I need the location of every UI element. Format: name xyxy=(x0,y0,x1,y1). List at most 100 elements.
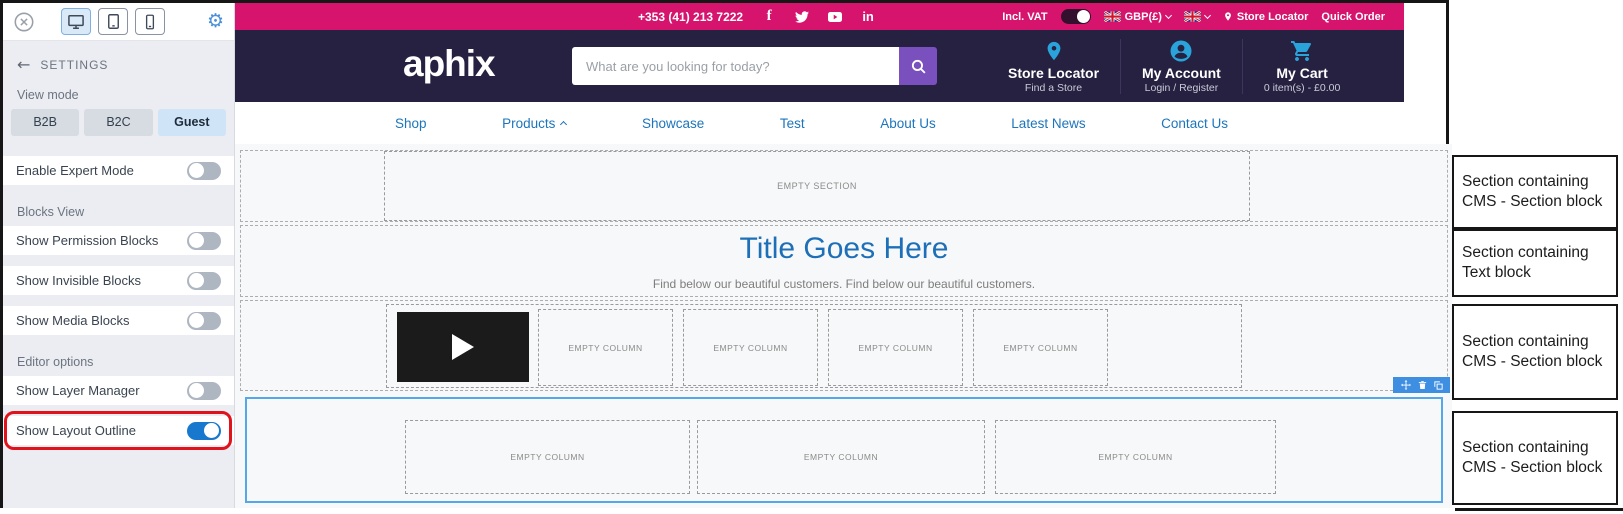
cms-section-1[interactable]: EMPTY SECTION xyxy=(240,150,1448,222)
device-preview-switcher xyxy=(61,8,165,35)
layer-manager-label: Show Layer Manager xyxy=(16,383,140,398)
desktop-device-icon[interactable] xyxy=(61,8,91,35)
move-icon[interactable] xyxy=(1401,380,1411,390)
header-store-locator[interactable]: Store Locator Find a Store xyxy=(987,39,1120,94)
columns-row[interactable]: EMPTY COLUMN EMPTY COLUMN EMPTY COLUMN E… xyxy=(386,304,1242,388)
phone-number: +353 (41) 213 7222 xyxy=(638,10,743,24)
topbar-store-locator-link[interactable]: Store Locator xyxy=(1223,10,1309,23)
video-block[interactable] xyxy=(397,312,529,382)
duplicate-icon[interactable] xyxy=(1434,381,1443,390)
my-account-title: My Account xyxy=(1142,65,1221,81)
empty-column-block[interactable]: EMPTY COLUMN xyxy=(995,420,1276,494)
aphix-logo[interactable]: aphix xyxy=(403,43,495,85)
media-blocks-toggle[interactable] xyxy=(187,312,221,330)
cms-section-2[interactable]: EMPTY COLUMN EMPTY COLUMN EMPTY COLUMN E… xyxy=(240,300,1448,391)
layer-manager-row: Show Layer Manager xyxy=(3,376,234,405)
search-input[interactable] xyxy=(572,47,899,85)
blocks-view-label: Blocks View xyxy=(3,199,234,224)
empty-column-label: EMPTY COLUMN xyxy=(510,452,584,462)
annotation-text: CMS - Section block xyxy=(1462,192,1616,212)
settings-title: SETTINGS xyxy=(40,58,108,72)
nav-item-contact-us[interactable]: Contact Us xyxy=(1161,116,1228,131)
page-canvas: EMPTY SECTION Title Goes Here Find below… xyxy=(235,144,1452,508)
gear-icon[interactable]: ⚙ xyxy=(207,12,224,31)
my-cart-title: My Cart xyxy=(1264,65,1340,81)
my-account-subtitle: Login / Register xyxy=(1142,82,1221,94)
nav-item-latest-news[interactable]: Latest News xyxy=(1011,116,1085,131)
twitter-icon[interactable] xyxy=(795,10,809,24)
location-pin-icon xyxy=(1223,10,1233,23)
expert-mode-toggle[interactable] xyxy=(187,162,221,180)
editor-options-label: Editor options xyxy=(3,349,234,374)
empty-section-block[interactable]: EMPTY SECTION xyxy=(384,151,1250,221)
frame-bottom-border xyxy=(1455,508,1623,511)
annotation-box: Section containing CMS - Section block xyxy=(1452,411,1618,505)
annotation-text: Section containing xyxy=(1462,243,1616,263)
section-subtitle: Find below our beautiful customers. Find… xyxy=(241,277,1447,291)
sidebar-toolbar: ⚙ xyxy=(3,3,234,41)
view-mode-b2c-button[interactable]: B2C xyxy=(84,109,152,136)
view-mode-guest-button[interactable]: Guest xyxy=(158,109,226,136)
empty-column-block[interactable]: EMPTY COLUMN xyxy=(405,420,690,494)
uk-flag-icon xyxy=(1184,11,1201,22)
linkedin-icon[interactable]: in xyxy=(861,10,875,24)
quick-order-link[interactable]: Quick Order xyxy=(1321,11,1385,23)
quick-order-label: Quick Order xyxy=(1321,11,1385,23)
site-topbar: +353 (41) 213 7222 f in Incl. VAT GBP(£)… xyxy=(235,3,1404,30)
header-my-account[interactable]: My Account Login / Register xyxy=(1120,39,1242,94)
tablet-device-icon[interactable] xyxy=(98,8,128,35)
permission-blocks-toggle[interactable] xyxy=(187,232,221,250)
annotation-text: CMS - Section block xyxy=(1462,458,1616,478)
empty-column-block[interactable]: EMPTY COLUMN xyxy=(683,309,818,386)
annotation-text: Section containing xyxy=(1462,172,1616,192)
layout-outline-label: Show Layout Outline xyxy=(16,423,136,438)
my-cart-subtitle: 0 item(s) - £0.00 xyxy=(1264,82,1340,94)
cms-section-3-selected[interactable]: EMPTY COLUMN EMPTY COLUMN EMPTY COLUMN xyxy=(245,397,1443,503)
search-button[interactable] xyxy=(899,47,937,85)
user-account-icon xyxy=(1142,39,1221,63)
nav-item-shop[interactable]: Shop xyxy=(395,116,427,131)
empty-column-block[interactable]: EMPTY COLUMN xyxy=(828,309,963,386)
layout-outline-toggle[interactable] xyxy=(187,422,221,440)
topbar-utility-group: Incl. VAT GBP(£) Store Locator Quick Ord… xyxy=(1002,3,1385,30)
empty-column-label: EMPTY COLUMN xyxy=(713,343,787,353)
view-mode-b2b-button[interactable]: B2B xyxy=(11,109,79,136)
media-blocks-row: Show Media Blocks xyxy=(3,306,234,335)
invisible-blocks-label: Show Invisible Blocks xyxy=(16,273,141,288)
annotation-text: Section containing xyxy=(1462,332,1616,352)
trash-icon[interactable] xyxy=(1418,380,1427,390)
store-locator-subtitle: Find a Store xyxy=(1008,82,1099,94)
permission-blocks-row: Show Permission Blocks xyxy=(3,226,234,255)
annotation-box: Section containing CMS - Section block xyxy=(1452,304,1618,400)
empty-column-label: EMPTY COLUMN xyxy=(858,343,932,353)
play-icon[interactable] xyxy=(452,334,474,360)
empty-column-block[interactable]: EMPTY COLUMN xyxy=(697,420,985,494)
nav-item-products[interactable]: Products xyxy=(502,116,566,131)
expert-mode-row: Enable Expert Mode xyxy=(3,156,234,185)
header-my-cart[interactable]: My Cart 0 item(s) - £0.00 xyxy=(1242,39,1361,94)
invisible-blocks-toggle[interactable] xyxy=(187,272,221,290)
currency-selector[interactable]: GBP(£) xyxy=(1104,11,1171,23)
settings-header[interactable]: ← SETTINGS xyxy=(3,41,234,82)
media-blocks-label: Show Media Blocks xyxy=(16,313,129,328)
location-pin-icon xyxy=(1008,39,1099,63)
close-icon[interactable] xyxy=(13,11,35,33)
empty-column-block[interactable]: EMPTY COLUMN xyxy=(538,309,673,386)
section-toolbar xyxy=(1393,377,1450,393)
annotation-text: Section containing xyxy=(1462,438,1616,458)
empty-column-block[interactable]: EMPTY COLUMN xyxy=(973,309,1108,386)
nav-item-showcase[interactable]: Showcase xyxy=(642,116,704,131)
nav-item-about-us[interactable]: About Us xyxy=(880,116,936,131)
facebook-icon[interactable]: f xyxy=(762,10,776,24)
layout-outline-row: Show Layout Outline xyxy=(3,416,234,445)
vat-toggle[interactable] xyxy=(1061,9,1091,24)
site-header: aphix Store Locator Find a Store My Acco… xyxy=(235,30,1404,102)
layer-manager-toggle[interactable] xyxy=(187,382,221,400)
language-selector[interactable] xyxy=(1184,11,1210,22)
nav-item-test[interactable]: Test xyxy=(780,116,805,131)
mobile-device-icon[interactable] xyxy=(135,8,165,35)
back-arrow-icon[interactable]: ← xyxy=(17,55,30,74)
text-section[interactable]: Title Goes Here Find below our beautiful… xyxy=(240,225,1448,297)
youtube-icon[interactable] xyxy=(828,10,842,24)
invisible-blocks-row: Show Invisible Blocks xyxy=(3,266,234,295)
